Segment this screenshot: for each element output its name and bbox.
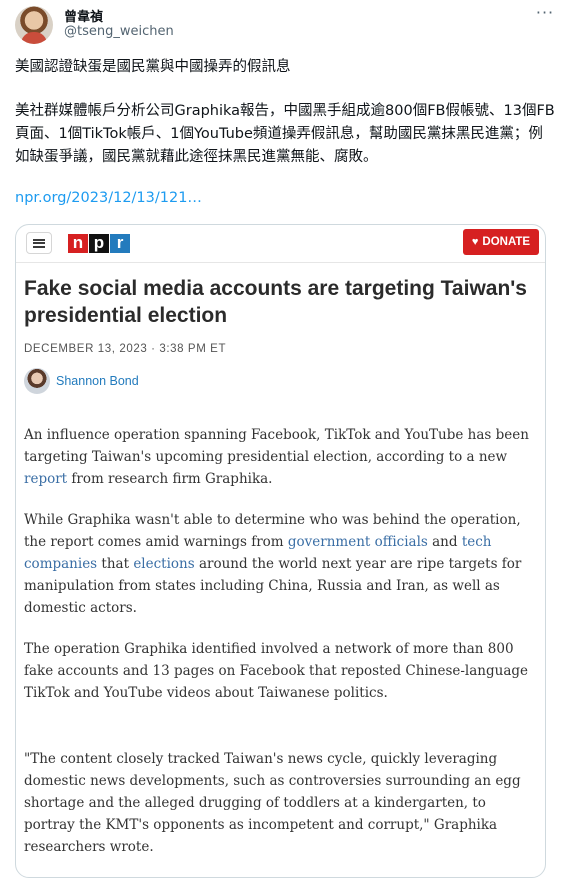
- article-paragraph-3: The operation Graphika identified involv…: [24, 641, 529, 701]
- elections-link[interactable]: elections: [133, 556, 194, 572]
- npr-logo-p: p: [89, 234, 109, 253]
- donate-button[interactable]: ♥ DONATE: [463, 229, 539, 255]
- hamburger-icon: [33, 238, 45, 248]
- npr-logo[interactable]: n p r: [68, 234, 130, 253]
- paragraph-text: An influence operation spanning Facebook…: [24, 427, 529, 465]
- article-headline: Fake social media accounts are targeting…: [24, 277, 527, 327]
- byline-author-link[interactable]: Shannon Bond: [56, 374, 139, 388]
- article-paragraph-4-quote: "The content closely tracked Taiwan's ne…: [24, 751, 521, 855]
- tweet-link[interactable]: npr.org/2023/12/13/121…: [15, 190, 202, 206]
- report-link[interactable]: report: [24, 471, 67, 487]
- author-name[interactable]: 曾韋禎: [64, 6, 103, 25]
- author-handle[interactable]: @tseng_weichen: [64, 24, 174, 39]
- tweet-text-title: 美國認證缺蛋是國民黨與中國操弄的假訊息: [15, 59, 291, 75]
- npr-header-bar: n p r ♥ DONATE: [16, 225, 545, 263]
- heart-icon: ♥: [471, 235, 479, 248]
- article-paragraph-2: While Graphika wasn't able to determine …: [24, 509, 539, 619]
- article-dateline: DECEMBER 13, 2023 · 3:38 PM ET: [24, 343, 227, 355]
- government-officials-link[interactable]: government officials: [288, 534, 428, 550]
- menu-button[interactable]: [26, 232, 52, 254]
- link-preview-card[interactable]: n p r ♥ DONATE Fake social media account…: [15, 224, 546, 878]
- article-paragraph-1: An influence operation spanning Facebook…: [24, 424, 539, 490]
- byline-avatar: [24, 368, 50, 394]
- author-avatar[interactable]: [15, 6, 53, 44]
- paragraph-text: and: [427, 534, 462, 550]
- donate-label: DONATE: [482, 236, 531, 248]
- more-horizontal-icon[interactable]: ···: [533, 4, 557, 22]
- paragraph-text: that: [97, 556, 134, 572]
- npr-logo-n: n: [68, 234, 88, 253]
- npr-logo-r: r: [110, 234, 130, 253]
- tweet-text-body: 美社群媒體帳戶分析公司Graphika報告，中國黑手組成逾800個FB假帳號、1…: [15, 103, 555, 165]
- paragraph-text: from research firm Graphika.: [67, 471, 273, 487]
